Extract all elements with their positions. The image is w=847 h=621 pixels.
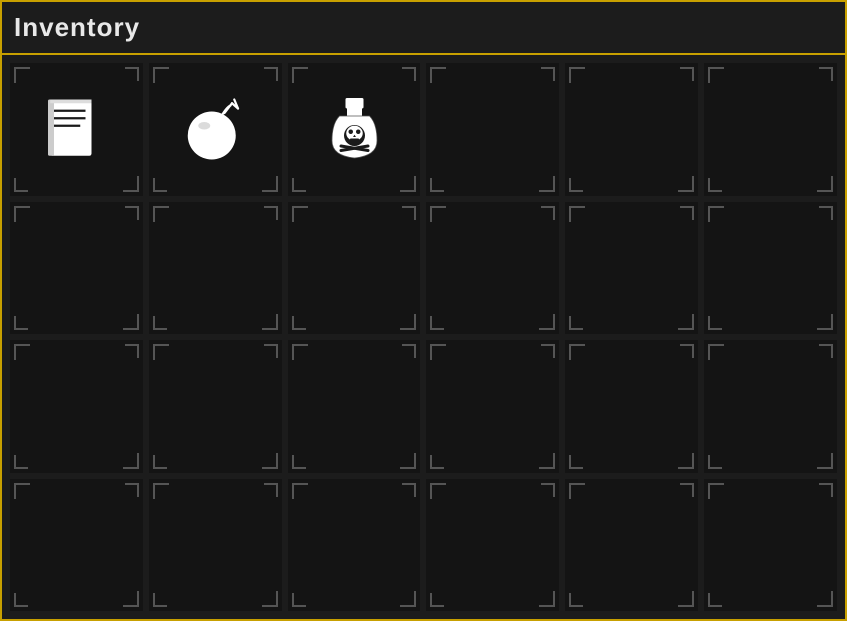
inventory-slot[interactable]	[288, 63, 421, 196]
book-icon	[23, 76, 129, 182]
inventory-slot[interactable]	[426, 63, 559, 196]
inventory-slot[interactable]	[565, 63, 698, 196]
inventory-slot[interactable]	[149, 340, 282, 473]
inventory-slot[interactable]	[704, 202, 837, 335]
inventory-slot[interactable]	[10, 340, 143, 473]
inventory-slot[interactable]	[704, 63, 837, 196]
inventory-slot[interactable]	[10, 202, 143, 335]
inventory-grid	[2, 55, 845, 619]
inventory-slot[interactable]	[288, 340, 421, 473]
inventory-slot[interactable]	[426, 202, 559, 335]
inventory-slot[interactable]	[288, 202, 421, 335]
inventory-slot[interactable]	[426, 340, 559, 473]
inventory-slot[interactable]	[10, 63, 143, 196]
inventory-slot[interactable]	[565, 479, 698, 612]
bomb-icon	[162, 76, 268, 182]
inventory-slot[interactable]	[704, 340, 837, 473]
poison-icon	[301, 76, 407, 182]
inventory-slot[interactable]	[565, 202, 698, 335]
inventory-header: Inventory	[2, 2, 845, 55]
inventory-slot[interactable]	[565, 340, 698, 473]
inventory-slot[interactable]	[10, 479, 143, 612]
inventory-slot[interactable]	[704, 479, 837, 612]
inventory-slot[interactable]	[149, 63, 282, 196]
inventory-slot[interactable]	[149, 479, 282, 612]
inventory-slot[interactable]	[288, 479, 421, 612]
inventory-slot[interactable]	[426, 479, 559, 612]
inventory-title: Inventory	[14, 12, 140, 43]
inventory-slot[interactable]	[149, 202, 282, 335]
inventory-window: Inventory	[0, 0, 847, 621]
